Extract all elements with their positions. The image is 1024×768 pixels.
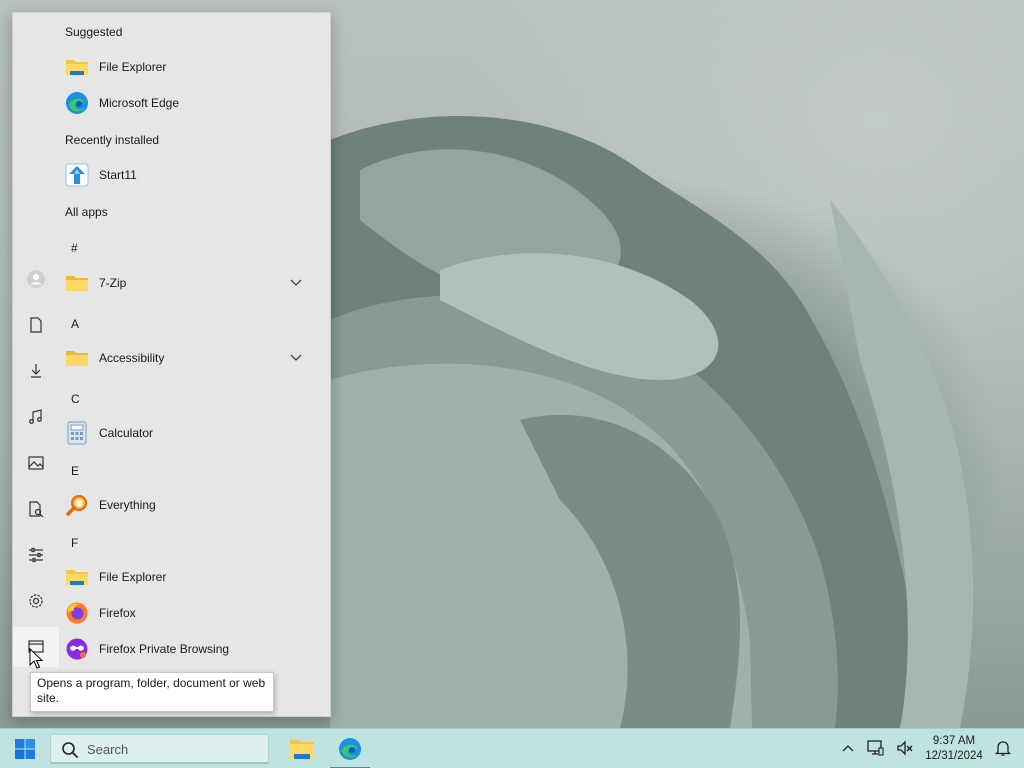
recent-item-label: Start11 — [99, 168, 137, 182]
music-button[interactable] — [13, 397, 59, 437]
user-icon — [27, 270, 45, 288]
file-explorer-button[interactable] — [13, 489, 59, 529]
app-item-label: File Explorer — [99, 570, 167, 584]
notification-bell-icon[interactable] — [994, 739, 1012, 757]
downloads-button[interactable] — [13, 351, 59, 391]
start-button[interactable] — [4, 729, 46, 768]
folder-icon — [66, 60, 88, 75]
taskbar-file-explorer[interactable] — [282, 729, 322, 768]
app-item-label: Firefox Private Browsing — [99, 642, 230, 656]
folder-icon — [290, 740, 314, 759]
recent-item-start11[interactable]: Start11 — [59, 157, 330, 193]
file-explorer-icon — [29, 501, 44, 518]
start-menu-rail — [13, 13, 59, 716]
app-item-label: Firefox — [99, 606, 136, 620]
app-item-label: 7-Zip — [99, 276, 127, 290]
letter-header[interactable]: # — [71, 241, 78, 255]
folder-icon — [66, 351, 88, 366]
start11-icon — [65, 163, 89, 187]
music-icon — [29, 409, 42, 424]
chevron-down-icon[interactable] — [290, 279, 302, 287]
firefox-private-icon — [66, 638, 88, 660]
app-item-7zip[interactable]: 7-Zip — [59, 265, 330, 301]
suggested-item-microsoft-edge[interactable]: Microsoft Edge — [59, 85, 330, 121]
taskbar-microsoft-edge[interactable] — [330, 729, 370, 768]
search-placeholder: Search — [87, 742, 129, 757]
everything-icon — [66, 495, 87, 516]
taskbar-search-box[interactable]: Search — [50, 734, 269, 764]
personalization-icon — [29, 547, 43, 563]
clock-time: 9:37 AM — [932, 735, 976, 747]
section-header-all-apps: All apps — [65, 205, 108, 219]
suggested-item-label: File Explorer — [99, 60, 167, 74]
chevron-up-icon[interactable] — [841, 741, 855, 755]
pictures-button[interactable] — [13, 443, 59, 483]
app-item-label: Accessibility — [99, 351, 165, 365]
app-item-label: Calculator — [99, 426, 154, 440]
edge-icon — [339, 738, 361, 760]
app-item-label: Everything — [99, 498, 156, 512]
documents-button[interactable] — [13, 305, 59, 345]
letter-header[interactable]: A — [71, 317, 79, 331]
app-item-firefox[interactable]: Firefox — [59, 595, 330, 631]
volume-muted-icon[interactable] — [896, 739, 914, 757]
letter-header[interactable]: F — [71, 536, 78, 550]
suggested-item-file-explorer[interactable]: File Explorer — [59, 49, 330, 85]
folder-icon — [66, 570, 88, 585]
windows-logo-icon — [15, 739, 35, 759]
clock-date: 12/31/2024 — [925, 750, 983, 762]
app-item-everything[interactable]: Everything — [59, 487, 330, 523]
app-item-accessibility[interactable]: Accessibility — [59, 340, 330, 376]
personalization-button[interactable] — [13, 535, 59, 575]
app-item-firefox-private-browsing[interactable]: Firefox Private Browsing — [59, 631, 330, 667]
user-account-button[interactable] — [13, 259, 59, 299]
suggested-item-label: Microsoft Edge — [99, 96, 180, 110]
start-menu: Suggested File Explorer Microsoft Edge R… — [12, 12, 331, 717]
folder-icon — [66, 276, 88, 291]
letter-header[interactable]: E — [71, 464, 79, 478]
app-item-calculator[interactable]: Calculator — [59, 415, 330, 451]
app-item-file-explorer[interactable]: File Explorer — [59, 559, 330, 595]
letter-header[interactable]: C — [71, 392, 80, 406]
taskbar: Search 9:37 AM 12/31/2024 — [0, 728, 1024, 768]
start-menu-list: Suggested File Explorer Microsoft Edge R… — [59, 13, 330, 716]
taskbar-clock[interactable]: 9:37 AM 12/31/2024 — [918, 734, 990, 764]
pictures-icon — [28, 456, 44, 470]
firefox-icon — [66, 602, 88, 624]
edge-icon — [66, 92, 88, 114]
section-header-recently-installed: Recently installed — [65, 133, 160, 147]
chevron-down-icon[interactable] — [290, 354, 302, 362]
section-header-suggested: Suggested — [65, 25, 123, 39]
search-icon — [62, 742, 78, 758]
calculator-icon — [67, 421, 87, 445]
documents-icon — [30, 317, 42, 333]
downloads-icon — [31, 364, 41, 378]
network-icon[interactable] — [866, 739, 884, 757]
mouse-cursor-icon — [29, 648, 43, 669]
run-tooltip: Opens a program, folder, document or web… — [30, 672, 274, 712]
settings-icon — [29, 594, 43, 608]
settings-button[interactable] — [13, 581, 59, 621]
